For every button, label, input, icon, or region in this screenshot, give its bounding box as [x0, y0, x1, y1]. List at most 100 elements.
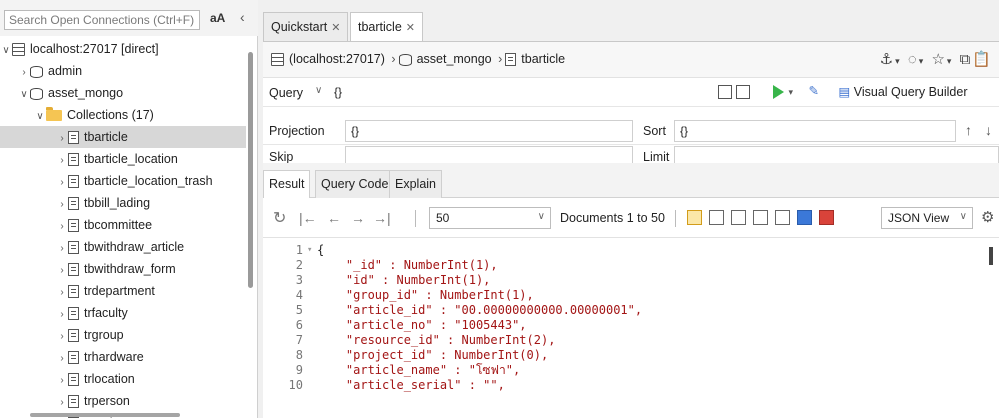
chevron-down-icon[interactable]: ▾ [788, 87, 793, 97]
edit-document-icon[interactable] [753, 210, 768, 225]
tree-item-collections-folder[interactable]: ∨ Collections (17) [0, 104, 246, 126]
collection-label: trfaculty [84, 306, 128, 320]
previous-page-icon[interactable]: ← [327, 210, 341, 226]
chevron-right-icon[interactable]: › [56, 216, 68, 238]
chevron-down-icon[interactable]: ▾ [919, 56, 926, 66]
refresh-icon[interactable]: ↻ [273, 208, 286, 228]
tab-tbarticle[interactable]: tbarticle ✕ [350, 12, 423, 42]
chevron-right-icon[interactable]: › [56, 392, 68, 414]
view-mode-select[interactable]: JSON View ∨ [881, 207, 973, 229]
tree-item-collection[interactable]: › tbarticle_location [0, 148, 246, 170]
next-page-icon[interactable]: → [351, 210, 365, 226]
code-text: { [317, 243, 325, 257]
gear-icon[interactable]: ⚙ [981, 208, 994, 226]
clone-document-icon[interactable] [731, 210, 746, 225]
chevron-right-icon[interactable]: › [56, 260, 68, 282]
query-input[interactable]: {} [329, 82, 713, 104]
chevron-right-icon[interactable]: › [18, 62, 30, 84]
tree-item-collection[interactable]: › trgroup [0, 324, 246, 346]
sidebar-scrollbar[interactable] [248, 52, 253, 288]
collection-label: trdepartment [84, 284, 155, 298]
chevron-right-icon[interactable]: › [56, 128, 68, 150]
anchor-icon[interactable]: ⚓ [880, 51, 895, 68]
close-icon[interactable]: ✕ [331, 22, 340, 34]
lock-icon[interactable] [687, 210, 702, 225]
view-document-icon[interactable] [775, 210, 790, 225]
tree-item-database-asset-mongo[interactable]: ∨ asset_mongo [0, 82, 246, 104]
history-icon[interactable]: ◌ [908, 51, 919, 68]
sidebar-horizontal-scrollbar[interactable] [30, 413, 180, 417]
check-icon[interactable] [797, 210, 812, 225]
paste-icon[interactable]: 📋 [972, 51, 993, 68]
divider [415, 210, 416, 227]
first-page-icon[interactable]: |← [299, 210, 317, 226]
collapse-sidebar-icon[interactable]: ‹ [240, 9, 245, 25]
result-toolbar: ↻ |← ← → →| 50 ∨ Documents 1 to 50 JSON V… [263, 198, 999, 238]
clear-brush-icon[interactable]: ✎ [809, 84, 819, 98]
tree-item-collection[interactable]: › tbwithdraw_form [0, 258, 246, 280]
tab-query-code[interactable]: Query Code [315, 170, 395, 198]
chevron-right-icon[interactable]: › [56, 326, 68, 348]
tree-item-collection[interactable]: › tbarticle_location_trash [0, 170, 246, 192]
delete-icon[interactable] [819, 210, 834, 225]
filter-icon[interactable] [718, 84, 732, 99]
tree-item-collection[interactable]: › trperson [0, 390, 246, 412]
code-text: "project_id" : NumberInt(0), [317, 348, 549, 362]
tree-item-collection[interactable]: › tbcommittee [0, 214, 246, 236]
tree-item-collection[interactable]: › trlocation [0, 368, 246, 390]
tree-item-collection[interactable]: › tbbill_lading [0, 192, 246, 214]
tree-item-connection[interactable]: ∨ localhost:27017 [direct] [0, 38, 246, 60]
sort-descending-icon[interactable]: ↓ [985, 122, 992, 138]
fold-icon[interactable]: ▾ [307, 243, 312, 257]
chevron-right-icon[interactable]: › [56, 172, 68, 194]
star-icon[interactable]: ☆ [931, 51, 946, 68]
tree-item-collection[interactable]: › trfaculty [0, 302, 246, 324]
font-case-toggle-button[interactable]: aA [210, 11, 225, 25]
page-size-select[interactable]: 50 ∨ [429, 207, 551, 229]
tree-item-collection[interactable]: › tbwithdraw_article [0, 236, 246, 258]
tab-result[interactable]: Result [263, 170, 311, 198]
copy-icon[interactable]: ⧉ [960, 51, 973, 68]
tab-quickstart[interactable]: Quickstart ✕ [263, 12, 349, 41]
visual-query-builder-button[interactable]: ▤ Visual Query Builder [838, 84, 967, 99]
breadcrumb-database[interactable]: asset_mongo [417, 52, 492, 66]
tab-explain[interactable]: Explain [389, 170, 442, 198]
breadcrumb-collection[interactable]: tbarticle [521, 52, 565, 66]
line-number: 8 [295, 348, 303, 362]
chevron-right-icon[interactable]: › [56, 150, 68, 172]
line-number: 3 [295, 273, 303, 287]
sort-input[interactable]: {} [674, 120, 956, 142]
last-page-icon[interactable]: →| [373, 210, 391, 226]
tree-item-collection[interactable]: › trdepartment [0, 280, 246, 302]
chevron-down-icon[interactable]: ∨ [315, 85, 322, 96]
chevron-right-icon[interactable]: › [56, 348, 68, 370]
query-row: Query ∨ {} ▾ ✎ ▤ Visual Query Builder [263, 79, 999, 107]
run-query-icon[interactable] [773, 84, 785, 99]
server-icon [271, 53, 284, 67]
close-icon[interactable]: ✕ [406, 22, 415, 34]
tree-item-collection[interactable]: › tbarticle [0, 126, 246, 148]
chevron-down-icon[interactable]: ∨ [18, 84, 30, 106]
chevron-right-icon[interactable]: › [56, 194, 68, 216]
projection-input[interactable]: {} [345, 120, 633, 142]
tree-item-collection[interactable]: › trhardware [0, 346, 246, 368]
breadcrumb-connection[interactable]: (localhost:27017) [289, 52, 385, 66]
chevron-right-icon[interactable]: › [56, 282, 68, 304]
sort-ascending-icon[interactable]: ↑ [965, 122, 972, 138]
code-text: "article_id" : "00.00000000000.00000001"… [317, 303, 643, 317]
chevron-right-icon[interactable]: › [56, 370, 68, 392]
editor-scrollbar[interactable] [989, 247, 993, 265]
chevron-down-icon[interactable]: ▾ [947, 56, 954, 66]
refresh-query-icon[interactable] [736, 84, 750, 99]
json-editor[interactable]: 1 ▾ {2 "_id" : NumberInt(1), 3 "id" : Numbe… [263, 239, 999, 418]
chevron-right-icon[interactable]: › [56, 304, 68, 326]
chevron-down-icon[interactable]: ▾ [895, 56, 902, 66]
chevron-right-icon[interactable]: › [56, 238, 68, 260]
collection-icon [68, 153, 79, 167]
chevron-down-icon[interactable]: ∨ [0, 40, 12, 62]
folder-icon [46, 107, 62, 122]
add-document-icon[interactable] [709, 210, 724, 225]
search-connections-input[interactable]: Search Open Connections (Ctrl+F) [4, 10, 200, 30]
chevron-down-icon[interactable]: ∨ [34, 106, 46, 128]
tree-item-database-admin[interactable]: › admin [0, 60, 246, 82]
